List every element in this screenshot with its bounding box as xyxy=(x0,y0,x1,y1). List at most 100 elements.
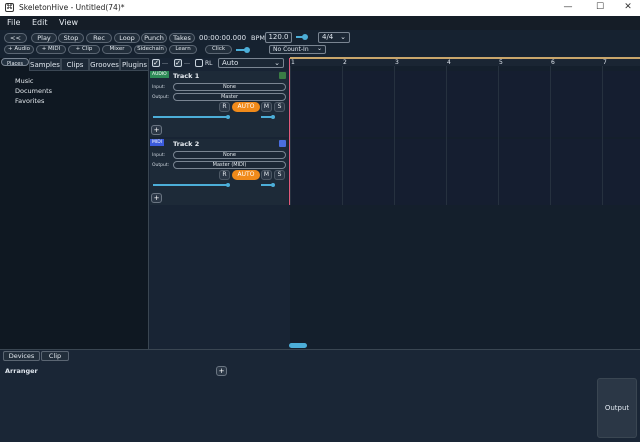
sidechain-button[interactable]: Sidechain xyxy=(134,45,167,54)
volume-slider[interactable] xyxy=(153,116,228,118)
tab-clip[interactable]: Clip xyxy=(41,351,69,361)
input-label: Input: xyxy=(152,153,166,158)
add-clip-button[interactable]: + Clip xyxy=(68,45,100,54)
input-select[interactable]: None xyxy=(173,151,286,159)
click-button[interactable]: Click xyxy=(205,45,232,54)
menu-view[interactable]: View xyxy=(59,18,78,27)
bar-gridline xyxy=(446,66,447,205)
place-documents[interactable]: Documents xyxy=(15,87,52,95)
minimize-icon[interactable]: — xyxy=(558,2,578,12)
stop-button[interactable]: Stop xyxy=(58,33,84,43)
time-display: 00:00:00.000 xyxy=(199,34,247,42)
menu-edit[interactable]: Edit xyxy=(32,18,48,27)
track-name[interactable]: Track 2 xyxy=(173,140,199,148)
volume-slider-knob[interactable] xyxy=(225,115,230,119)
pan-slider-knob[interactable] xyxy=(271,183,275,187)
horizontal-scrollbar[interactable] xyxy=(289,343,307,348)
pan-slider-knob[interactable] xyxy=(271,115,275,119)
track-name[interactable]: Track 1 xyxy=(173,72,199,80)
play-button[interactable]: Play xyxy=(31,33,57,43)
record-arm-button[interactable]: R xyxy=(219,102,230,112)
count-in-select[interactable]: No Count-In ⌄ xyxy=(269,45,326,54)
automation-button[interactable]: AUTO xyxy=(232,170,260,180)
tab-plugins[interactable]: Plugins xyxy=(120,58,149,71)
chevron-down-icon: ⌄ xyxy=(316,45,322,52)
close-icon[interactable]: ✕ xyxy=(618,2,638,12)
title-bar: ⌘ SkeletonHive - Untitled(74)* — ☐ ✕ xyxy=(0,0,640,16)
bar-gridline xyxy=(498,66,499,205)
add-device-button[interactable]: + xyxy=(151,125,162,135)
mute-button[interactable]: M xyxy=(261,102,272,112)
track-header[interactable]: AUDIO Track 1 Input: None Output: Master… xyxy=(150,71,288,137)
tab-clips[interactable]: Clips xyxy=(61,58,89,71)
add-device-button[interactable]: + xyxy=(151,193,162,203)
rl-checkbox[interactable] xyxy=(195,59,203,67)
loop-button[interactable]: Loop xyxy=(114,33,140,43)
solo-button[interactable]: S xyxy=(274,170,285,180)
skeleton-hive-logo-icon: ⌘ xyxy=(5,3,14,12)
learn-button[interactable]: Learn xyxy=(169,45,197,54)
bar-gridline xyxy=(342,66,343,205)
tab-grooves[interactable]: Grooves xyxy=(89,58,120,71)
ellipsis-icon: … xyxy=(184,59,190,66)
input-label: Input: xyxy=(152,85,166,90)
tab-samples[interactable]: Samples xyxy=(29,58,61,71)
output-device[interactable]: Output xyxy=(597,378,637,438)
bpm-field[interactable]: 120.0 xyxy=(265,32,292,43)
input-select[interactable]: None xyxy=(173,83,286,91)
volume-slider-knob[interactable] xyxy=(225,183,230,187)
place-favorites[interactable]: Favorites xyxy=(15,97,44,105)
rewind-button[interactable]: << xyxy=(4,33,27,43)
tab-places[interactable]: Places xyxy=(1,58,29,67)
volume-slider[interactable] xyxy=(153,184,228,186)
bar-gridline xyxy=(290,66,291,205)
solo-button[interactable]: S xyxy=(274,102,285,112)
bpm-slider-knob[interactable] xyxy=(302,34,308,40)
track-color-swatch[interactable] xyxy=(279,140,286,147)
toolbar-checkbox-2[interactable]: ✓ xyxy=(174,59,182,67)
track-color-swatch[interactable] xyxy=(279,72,286,79)
add-arranger-section-button[interactable]: + xyxy=(216,366,227,376)
automation-button[interactable]: AUTO xyxy=(232,102,260,112)
tab-devices[interactable]: Devices xyxy=(3,351,40,361)
bar-gridline xyxy=(394,66,395,205)
add-audio-button[interactable]: + Audio xyxy=(4,45,34,54)
playhead[interactable] xyxy=(289,58,290,205)
place-music[interactable]: Music xyxy=(15,77,34,85)
record-button[interactable]: Rec xyxy=(86,33,112,43)
menu-file[interactable]: File xyxy=(7,18,20,27)
bar-gridline xyxy=(550,66,551,205)
mixer-button[interactable]: Mixer xyxy=(102,45,132,54)
ruler-label: 7 xyxy=(603,59,607,66)
automation-mode-value: Auto xyxy=(222,59,239,67)
track-header[interactable]: MIDI Track 2 Input: None Output: Master … xyxy=(150,139,288,205)
count-in-value: No Count-In xyxy=(273,46,309,53)
rl-label: RL xyxy=(205,60,213,67)
mute-button[interactable]: M xyxy=(261,170,272,180)
ruler-label: 1 xyxy=(291,59,295,66)
arranger-label: Arranger xyxy=(5,367,38,375)
output-select[interactable]: Master xyxy=(173,93,286,101)
ruler-label: 4 xyxy=(447,59,451,66)
output-label: Output: xyxy=(152,163,170,168)
toolbar-checkbox-1[interactable]: ✓ xyxy=(152,59,160,67)
chevron-down-icon: ⌄ xyxy=(274,59,280,67)
automation-mode-select[interactable]: Auto ⌄ xyxy=(218,58,284,68)
ruler-label: 2 xyxy=(343,59,347,66)
record-arm-button[interactable]: R xyxy=(219,170,230,180)
maximize-icon[interactable]: ☐ xyxy=(590,2,610,12)
time-signature-value: 4/4 xyxy=(322,33,334,41)
track-type-badge: MIDI xyxy=(150,139,165,146)
punch-button[interactable]: Punch xyxy=(141,33,167,43)
takes-button[interactable]: Takes xyxy=(169,33,195,43)
output-select[interactable]: Master (MIDI) xyxy=(173,161,286,169)
menu-bar: File Edit View xyxy=(0,16,640,30)
time-signature-select[interactable]: 4/4 ⌄ xyxy=(318,32,350,43)
track-type-badge: AUDIO xyxy=(150,71,169,78)
click-volume-knob[interactable] xyxy=(244,47,250,53)
window-title: SkeletonHive - Untitled(74)* xyxy=(19,3,125,12)
output-label: Output: xyxy=(152,95,170,100)
ruler-label: 3 xyxy=(395,59,399,66)
ellipsis-icon: … xyxy=(162,59,168,66)
add-midi-button[interactable]: + MIDI xyxy=(36,45,66,54)
